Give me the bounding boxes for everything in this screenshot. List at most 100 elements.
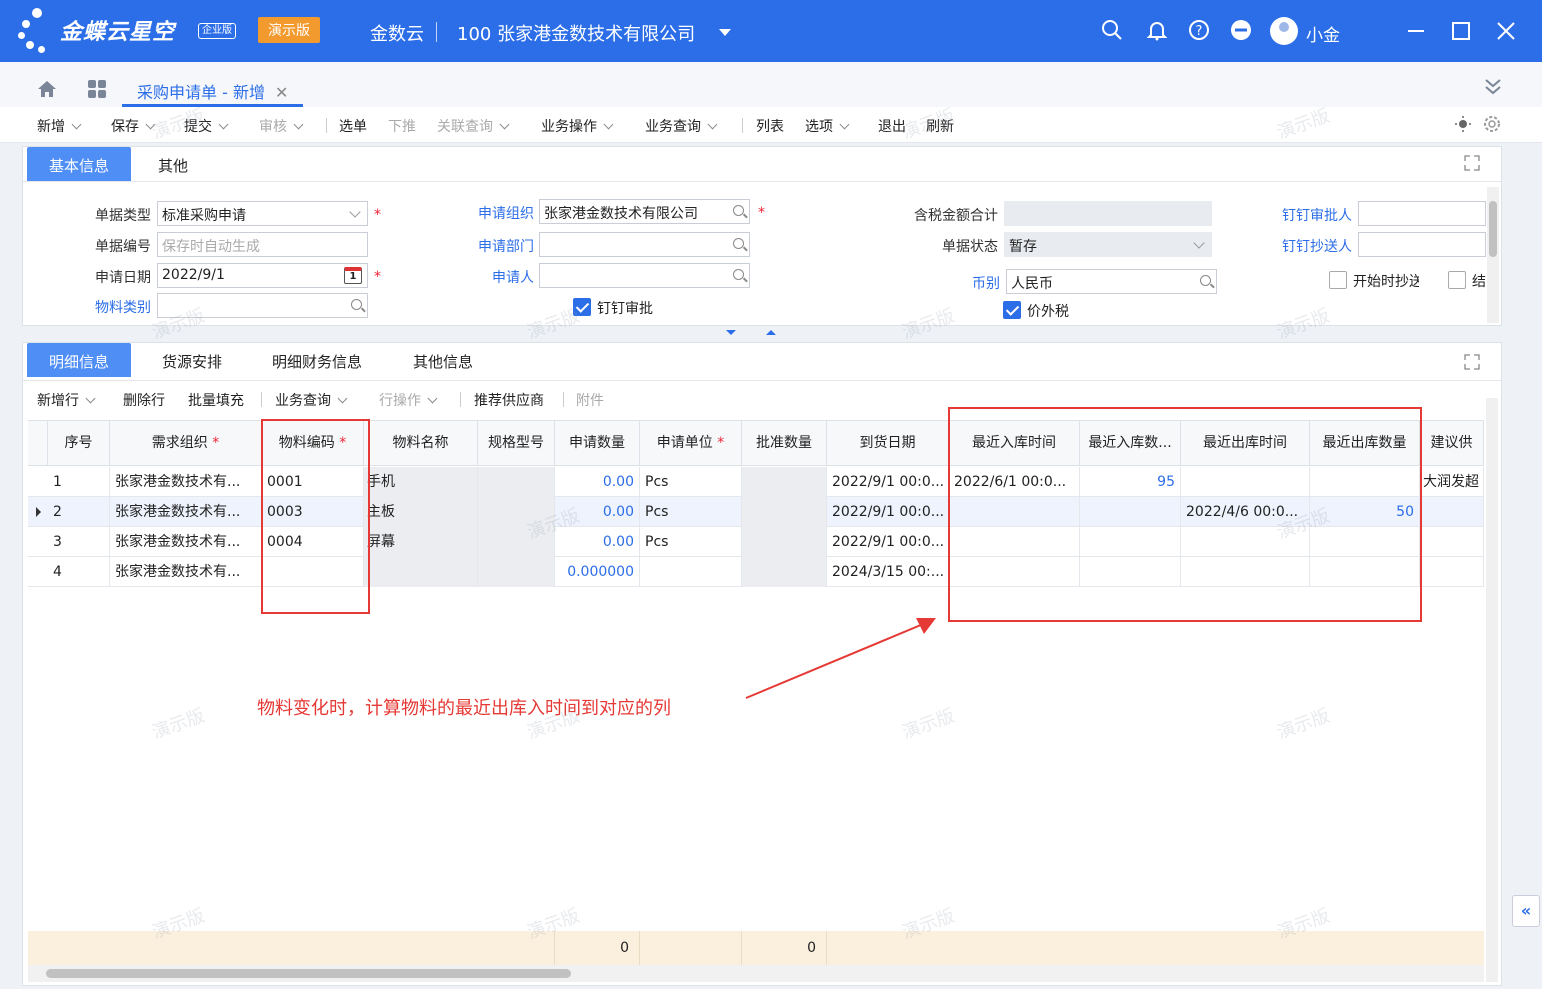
- cell-arrival-date[interactable]: 2022/9/1 00:0...: [827, 497, 949, 527]
- double-chevron-down-icon[interactable]: [1482, 76, 1504, 98]
- dd-approver-field[interactable]: [1358, 201, 1486, 226]
- biz-ops-button[interactable]: 业务操作: [541, 116, 614, 136]
- doc-no-field[interactable]: 保存时自动生成: [157, 232, 368, 257]
- search-icon[interactable]: [733, 269, 744, 280]
- header-scrollbar[interactable]: [1487, 187, 1499, 323]
- submit-button[interactable]: 提交: [184, 116, 229, 136]
- chevron-down-icon[interactable]: [427, 393, 438, 404]
- search-icon[interactable]: [733, 238, 744, 249]
- dingding-approve-checkbox[interactable]: [573, 298, 591, 316]
- collapse-toggle-icon[interactable]: [726, 327, 786, 339]
- currency-label[interactable]: 币别: [930, 273, 1000, 293]
- start-cc-checkbox[interactable]: [1329, 271, 1347, 289]
- options-button[interactable]: 选项: [805, 116, 850, 136]
- calendar-icon[interactable]: 1: [344, 267, 362, 284]
- tab-source-arrangement[interactable]: 货源安排: [145, 343, 239, 377]
- sun-icon[interactable]: [1454, 115, 1472, 133]
- col-seq[interactable]: 序号: [48, 420, 110, 466]
- search-icon[interactable]: [351, 299, 362, 310]
- tab-other[interactable]: 其他: [141, 147, 205, 181]
- col-spec[interactable]: 规格型号: [478, 420, 555, 466]
- dd-approver-label[interactable]: 钉钉审批人: [1262, 205, 1352, 225]
- attachment-button[interactable]: 附件: [576, 390, 604, 410]
- cell-demand-org[interactable]: 张家港金数技术有...: [110, 527, 262, 557]
- apply-org-field[interactable]: 张家港金数技术有限公司: [539, 199, 750, 224]
- dd-cc-label[interactable]: 钉钉抄送人: [1262, 236, 1352, 256]
- cell-arrival-date[interactable]: 2022/9/1 00:0...: [827, 467, 949, 497]
- tab-detail-info[interactable]: 明细信息: [27, 343, 131, 377]
- chevron-down-icon[interactable]: [499, 119, 510, 130]
- chevron-down-icon[interactable]: [707, 119, 718, 130]
- username[interactable]: 小金: [1306, 21, 1340, 46]
- help-icon[interactable]: ?: [1187, 18, 1211, 42]
- apply-dept-label[interactable]: 申请部门: [455, 236, 534, 256]
- linked-query-button[interactable]: 关联查询: [437, 116, 510, 136]
- expand-icon[interactable]: [1464, 155, 1480, 171]
- cell-apply-qty[interactable]: 0.00: [555, 467, 640, 497]
- avatar[interactable]: [1270, 17, 1298, 45]
- maximize-icon[interactable]: [1450, 20, 1472, 42]
- select-button[interactable]: 选单: [339, 116, 367, 136]
- apps-grid-icon[interactable]: [86, 78, 108, 100]
- search-icon[interactable]: [1100, 18, 1124, 42]
- col-arrival-date[interactable]: 到货日期: [827, 420, 949, 466]
- applicant-field[interactable]: [539, 263, 750, 288]
- end-cc-checkbox[interactable]: [1448, 271, 1466, 289]
- chevron-down-icon[interactable]: [71, 119, 82, 130]
- search-icon[interactable]: [1200, 275, 1211, 286]
- cell-apply-unit[interactable]: Pcs: [640, 497, 742, 527]
- chevron-down-icon[interactable]: [839, 119, 850, 130]
- col-apply-qty[interactable]: 申请数量: [555, 420, 640, 466]
- minus-circle-icon[interactable]: [1229, 18, 1253, 42]
- apply-date-field[interactable]: 2022/9/1 1: [157, 263, 368, 288]
- price-excl-tax-checkbox[interactable]: [1003, 301, 1021, 319]
- chevron-down-icon[interactable]: [337, 393, 348, 404]
- apply-org-label[interactable]: 申请组织: [455, 203, 534, 223]
- add-row-button[interactable]: 新增行: [37, 390, 96, 410]
- minimize-icon[interactable]: [1405, 20, 1427, 42]
- side-panel-toggle-icon[interactable]: «: [1512, 895, 1540, 927]
- col-material-name[interactable]: 物料名称: [364, 420, 478, 466]
- cell-arrival-date[interactable]: 2024/3/15 00:...: [827, 557, 949, 587]
- tab-detail-finance[interactable]: 明细财务信息: [258, 343, 376, 377]
- chevron-down-icon[interactable]: [145, 119, 156, 130]
- col-suggest-supplier[interactable]: 建议供: [1420, 420, 1484, 466]
- new-button[interactable]: 新增: [37, 116, 82, 136]
- tab-basic-info[interactable]: 基本信息: [27, 147, 131, 181]
- cell-apply-unit[interactable]: Pcs: [640, 467, 742, 497]
- cell-apply-unit[interactable]: [640, 557, 742, 587]
- search-icon[interactable]: [733, 205, 744, 216]
- grid-horizontal-scrollbar[interactable]: [28, 965, 1484, 982]
- refresh-button[interactable]: 刷新: [926, 116, 954, 136]
- col-demand-org[interactable]: 需求组织 *: [110, 420, 262, 466]
- chevron-down-icon[interactable]: [85, 393, 96, 404]
- cell-suggest-supplier[interactable]: [1420, 497, 1484, 527]
- home-icon[interactable]: [36, 78, 58, 100]
- material-category-label[interactable]: 物料类别: [70, 297, 151, 317]
- cell-suggest-supplier[interactable]: [1420, 557, 1484, 587]
- cell-apply-unit[interactable]: Pcs: [640, 527, 742, 557]
- cell-suggest-supplier[interactable]: 大润发超: [1420, 467, 1484, 497]
- tab-close-icon[interactable]: ✕: [275, 83, 288, 102]
- list-button[interactable]: 列表: [756, 116, 784, 136]
- col-approved-qty[interactable]: 批准数量: [742, 420, 827, 466]
- cell-demand-org[interactable]: 张家港金数技术有...: [110, 557, 262, 587]
- tab-purchase-request-new[interactable]: 采购申请单 - 新增 ✕: [122, 62, 304, 107]
- chevron-down-icon[interactable]: [603, 119, 614, 130]
- chevron-down-icon[interactable]: [293, 119, 304, 130]
- applicant-label[interactable]: 申请人: [455, 267, 534, 287]
- col-apply-unit[interactable]: 申请单位 *: [640, 420, 742, 466]
- gear-icon[interactable]: [1482, 114, 1502, 134]
- doc-type-select[interactable]: 标准采购申请: [157, 201, 368, 226]
- cell-demand-org[interactable]: 张家港金数技术有...: [110, 467, 262, 497]
- dd-cc-field[interactable]: [1358, 232, 1486, 257]
- row-ops-button[interactable]: 行操作: [379, 390, 438, 410]
- delete-row-button[interactable]: 删除行: [123, 390, 165, 410]
- cell-suggest-supplier[interactable]: [1420, 527, 1484, 557]
- audit-button[interactable]: 审核: [259, 116, 304, 136]
- exit-button[interactable]: 退出: [878, 116, 906, 136]
- cell-apply-qty[interactable]: 0.000000: [555, 557, 640, 587]
- bell-icon[interactable]: [1145, 18, 1169, 42]
- tab-other-info[interactable]: 其他信息: [398, 343, 488, 377]
- push-button[interactable]: 下推: [388, 116, 416, 136]
